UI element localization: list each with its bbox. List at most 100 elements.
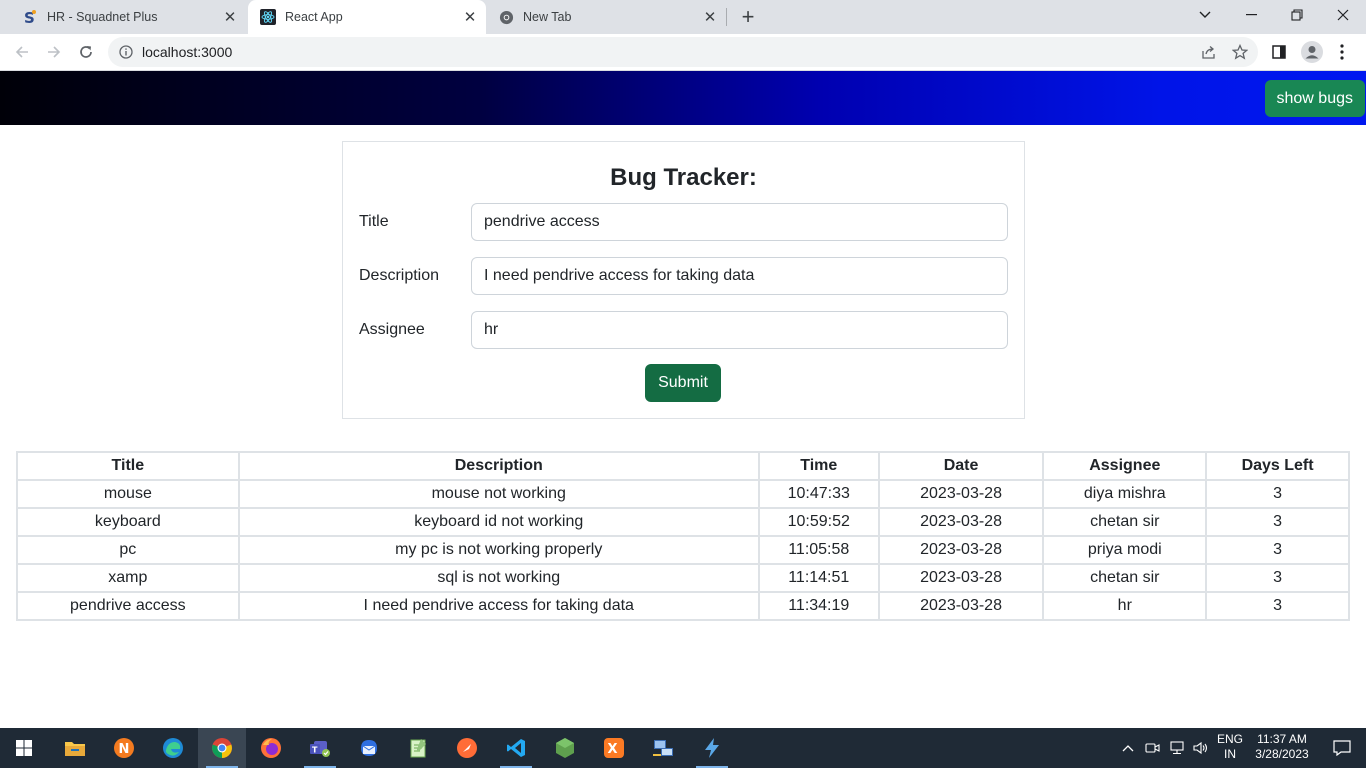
table-row: pendrive access I need pendrive access f…: [16, 591, 1350, 621]
windows-taskbar: N T X ENG IN 11:37 AM 3/28/2023: [0, 728, 1366, 768]
column-header-assignee: Assignee: [1042, 451, 1208, 481]
tab-search-chevron-icon[interactable]: [1182, 0, 1228, 30]
network-tool-icon[interactable]: [639, 728, 687, 768]
cell-time: 11:05:58: [757, 535, 880, 565]
cell-time: 10:47:33: [757, 479, 880, 509]
region-text: IN: [1224, 747, 1236, 761]
bug-form-card: Bug Tracker: Title Description Assignee …: [342, 141, 1025, 419]
cell-days-left: 3: [1205, 563, 1350, 593]
close-tab-icon[interactable]: ✕: [222, 9, 238, 26]
cell-date: 2023-03-28: [877, 591, 1045, 621]
chrome-favicon-icon: [498, 9, 514, 25]
show-bugs-button[interactable]: show bugs: [1264, 80, 1365, 117]
table-row: keyboard keyboard id not working 10:59:5…: [16, 507, 1350, 537]
close-tab-icon[interactable]: ✕: [462, 9, 478, 26]
table-row: xamp sql is not working 11:14:51 2023-03…: [16, 563, 1350, 593]
meet-now-icon[interactable]: [1141, 728, 1165, 768]
cell-date: 2023-03-28: [877, 535, 1045, 565]
cell-assignee: diya mishra: [1042, 479, 1208, 509]
back-arrow-icon[interactable]: [10, 40, 34, 64]
notepad-plus-icon[interactable]: [394, 728, 442, 768]
cell-title: xamp: [16, 563, 240, 593]
chrome-icon[interactable]: [198, 728, 246, 768]
svg-text:T: T: [312, 746, 318, 755]
tab-react-app[interactable]: React App ✕: [248, 0, 486, 34]
column-header-days-left: Days Left: [1205, 451, 1350, 481]
minimize-icon[interactable]: [1228, 0, 1274, 30]
share-icon[interactable]: [1196, 40, 1220, 64]
edge-icon[interactable]: [149, 728, 197, 768]
outlook-icon[interactable]: [345, 728, 393, 768]
title-row: Title: [359, 203, 1008, 241]
file-explorer-icon[interactable]: [51, 728, 99, 768]
browser-menu-icon[interactable]: [1330, 40, 1354, 64]
restore-icon[interactable]: [1274, 0, 1320, 30]
table-header-row: Title Description Time Date Assignee Day…: [16, 451, 1350, 481]
clock-time: 11:37 AM: [1257, 732, 1307, 746]
tab-separator: [726, 8, 727, 26]
xampp-icon[interactable]: X: [590, 728, 638, 768]
bookmark-star-icon[interactable]: [1228, 40, 1252, 64]
firefox-icon[interactable]: [247, 728, 295, 768]
cell-description: I need pendrive access for taking data: [237, 591, 760, 621]
tab-title: React App: [285, 10, 343, 24]
cell-assignee: chetan sir: [1042, 507, 1208, 537]
cell-time: 10:59:52: [757, 507, 880, 537]
tab-title: New Tab: [523, 10, 572, 24]
tab-new-tab[interactable]: New Tab ✕: [488, 0, 726, 34]
description-label: Description: [359, 267, 440, 284]
close-tab-icon[interactable]: ✕: [702, 9, 718, 26]
language-text: ENG: [1216, 732, 1243, 746]
cell-date: 2023-03-28: [877, 507, 1045, 537]
postman-icon[interactable]: [443, 728, 491, 768]
site-info-icon[interactable]: [119, 45, 133, 59]
assignee-label: Assignee: [359, 321, 425, 338]
teams-icon[interactable]: T: [296, 728, 344, 768]
clock[interactable]: 11:37 AM 3/28/2023: [1250, 732, 1314, 762]
vscode-icon[interactable]: [492, 728, 540, 768]
show-hidden-icons-chevron-icon[interactable]: [1116, 728, 1140, 768]
reload-icon[interactable]: [74, 40, 98, 64]
volume-icon[interactable]: [1189, 728, 1213, 768]
cell-assignee: chetan sir: [1042, 563, 1208, 593]
submit-button[interactable]: Submit: [645, 364, 721, 402]
app-n-icon[interactable]: N: [100, 728, 148, 768]
start-icon[interactable]: [0, 728, 48, 768]
form-heading: Bug Tracker:: [610, 164, 757, 191]
notifications-icon[interactable]: [1318, 728, 1366, 768]
forward-arrow-icon[interactable]: [42, 40, 66, 64]
description-input[interactable]: [471, 257, 1008, 295]
side-panel-icon[interactable]: [1267, 40, 1291, 64]
column-header-time: Time: [757, 451, 880, 481]
squadnet-favicon-icon: S: [22, 9, 38, 25]
thunder-client-icon[interactable]: [688, 728, 736, 768]
nodejs-icon[interactable]: [541, 728, 589, 768]
react-favicon-icon: [260, 9, 276, 25]
cell-assignee: hr: [1042, 591, 1208, 621]
description-row: Description: [359, 257, 1008, 295]
table-row: mouse mouse not working 10:47:33 2023-03…: [16, 479, 1350, 509]
language-indicator[interactable]: ENG IN: [1214, 732, 1246, 762]
app-header-bar: show bugs: [0, 71, 1366, 125]
address-bar[interactable]: localhost:3000: [108, 37, 1258, 67]
cell-description: my pc is not working properly: [237, 535, 760, 565]
close-window-icon[interactable]: [1320, 0, 1366, 30]
clock-date: 3/28/2023: [1255, 747, 1309, 761]
cell-date: 2023-03-28: [877, 479, 1045, 509]
table-row: pc my pc is not working properly 11:05:5…: [16, 535, 1350, 565]
cell-title: pendrive access: [16, 591, 240, 621]
network-icon[interactable]: [1165, 728, 1189, 768]
profile-avatar-icon[interactable]: [1300, 40, 1324, 64]
cell-days-left: 3: [1205, 507, 1350, 537]
cell-time: 11:34:19: [757, 591, 880, 621]
cell-assignee: priya modi: [1042, 535, 1208, 565]
cell-date: 2023-03-28: [877, 563, 1045, 593]
new-tab-plus-icon[interactable]: +: [736, 4, 760, 29]
title-input[interactable]: [471, 203, 1008, 241]
cell-description: sql is not working: [237, 563, 760, 593]
tab-hr-squadnet[interactable]: S HR - Squadnet Plus ✕: [0, 0, 246, 34]
assignee-input[interactable]: [471, 311, 1008, 349]
svg-text:X: X: [608, 742, 618, 757]
cell-title: keyboard: [16, 507, 240, 537]
cell-days-left: 3: [1205, 479, 1350, 509]
